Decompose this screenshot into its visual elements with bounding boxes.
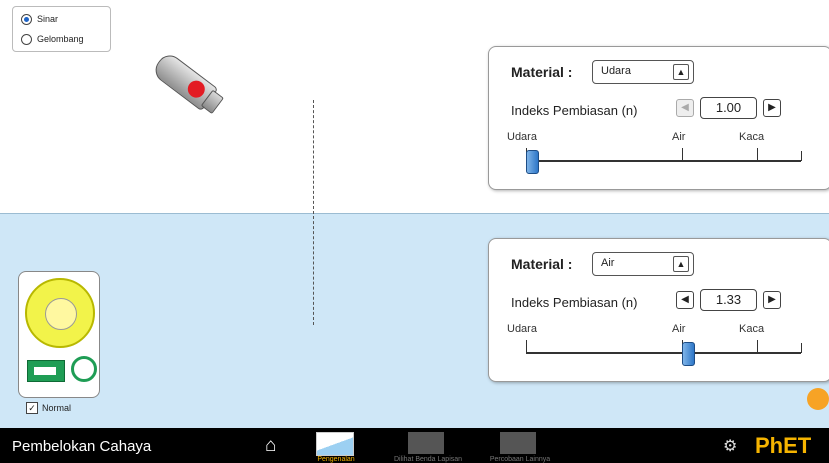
radio-gelombang[interactable]: Gelombang xyxy=(21,31,110,47)
top-index-slider-thumb[interactable] xyxy=(525,150,539,174)
intensity-meter-icon[interactable] xyxy=(27,360,65,382)
sim-title: Pembelokan Cahaya xyxy=(12,438,152,455)
radio-gelombang-button[interactable] xyxy=(21,33,32,45)
bottom-index-increase-button[interactable]: ▶ xyxy=(763,291,781,309)
top-slider-mark-end xyxy=(801,151,802,161)
top-index-increase-button[interactable]: ▶ xyxy=(763,99,781,117)
top-material-value: Udara xyxy=(601,65,631,77)
top-slider-mark-kaca xyxy=(757,148,758,161)
bottom-material-value: Air xyxy=(601,257,615,269)
normal-line xyxy=(313,100,314,325)
bottom-tick-kaca: Kaca xyxy=(739,323,765,335)
screen-tab-more-tools[interactable]: Percobaan Lainnya xyxy=(490,432,550,463)
bottom-index-decrease-button[interactable]: ◀ xyxy=(676,291,694,309)
top-index-slider-track[interactable] xyxy=(526,160,801,162)
bottom-index-slider-track[interactable] xyxy=(526,352,801,354)
bottom-material-label: Material : xyxy=(511,256,573,272)
bottom-material-select[interactable]: Air ▲ xyxy=(592,252,694,276)
radio-gelombang-label: Gelombang xyxy=(37,34,84,44)
top-tick-udara: Udara xyxy=(507,131,537,143)
normal-checkbox-box[interactable]: ✓ xyxy=(26,402,38,414)
toolbox-panel xyxy=(18,271,100,398)
bottom-tick-air: Air xyxy=(672,323,686,335)
top-slider-mark-air xyxy=(682,148,683,161)
normal-checkbox-label: Normal xyxy=(42,403,72,413)
screen-intro-label: Pengenalan xyxy=(317,456,355,463)
top-index-value: 1.00 xyxy=(700,97,757,119)
screen-intro-thumbnail xyxy=(316,432,354,456)
bottom-index-slider-thumb[interactable] xyxy=(682,342,696,366)
phet-logo[interactable]: PhET xyxy=(755,433,811,459)
screen-prisms-thumbnail xyxy=(408,432,444,454)
bottom-slider-mark-udara xyxy=(526,340,527,353)
top-material-select[interactable]: Udara ▲ xyxy=(592,60,694,84)
normal-checkbox[interactable]: ✓ Normal xyxy=(26,402,71,414)
top-material-panel: Material : Udara ▲ Indeks Pembiasan (n) … xyxy=(488,46,829,190)
screen-more-tools-label: Percobaan Lainnya xyxy=(489,456,551,463)
reset-all-icon[interactable] xyxy=(807,388,829,410)
bottom-index-value: 1.33 xyxy=(700,289,757,311)
navigation-bar: Pembelokan Cahaya ⌂ Pengenalan Dilihat B… xyxy=(0,428,829,463)
sensor-probe-icon[interactable] xyxy=(71,356,97,382)
screen-prisms-label: Dilihat Benda Lapisan xyxy=(393,456,463,463)
home-icon[interactable]: ⌂ xyxy=(265,435,276,457)
radio-sinar-label: Sinar xyxy=(37,14,59,24)
radio-sinar[interactable]: Sinar xyxy=(21,11,110,27)
top-tick-kaca: Kaca xyxy=(739,131,765,143)
top-index-decrease-button[interactable]: ◀ xyxy=(676,99,694,117)
bottom-index-label: Indeks Pembiasan (n) xyxy=(511,295,638,310)
bottom-material-panel: Material : Air ▲ Indeks Pembiasan (n) ◀ … xyxy=(488,238,829,382)
top-index-label: Indeks Pembiasan (n) xyxy=(511,103,638,118)
top-material-dropdown-icon[interactable]: ▲ xyxy=(673,64,689,80)
bottom-slider-mark-kaca xyxy=(757,340,758,353)
radio-sinar-button[interactable] xyxy=(21,13,32,25)
screen-more-tools-thumbnail xyxy=(500,432,536,454)
screen-tab-intro[interactable]: Pengenalan xyxy=(316,432,360,463)
protractor-icon[interactable] xyxy=(25,278,95,348)
top-material-label: Material : xyxy=(511,64,573,80)
view-mode-panel: Sinar Gelombang xyxy=(12,6,111,52)
top-tick-air: Air xyxy=(672,131,686,143)
bottom-material-dropdown-icon[interactable]: ▲ xyxy=(673,256,689,272)
bottom-slider-mark-end xyxy=(801,343,802,353)
bottom-tick-udara: Udara xyxy=(507,323,537,335)
gear-icon[interactable]: ⚙ xyxy=(723,436,737,456)
screen-tab-prisms[interactable]: Dilihat Benda Lapisan xyxy=(394,432,462,463)
